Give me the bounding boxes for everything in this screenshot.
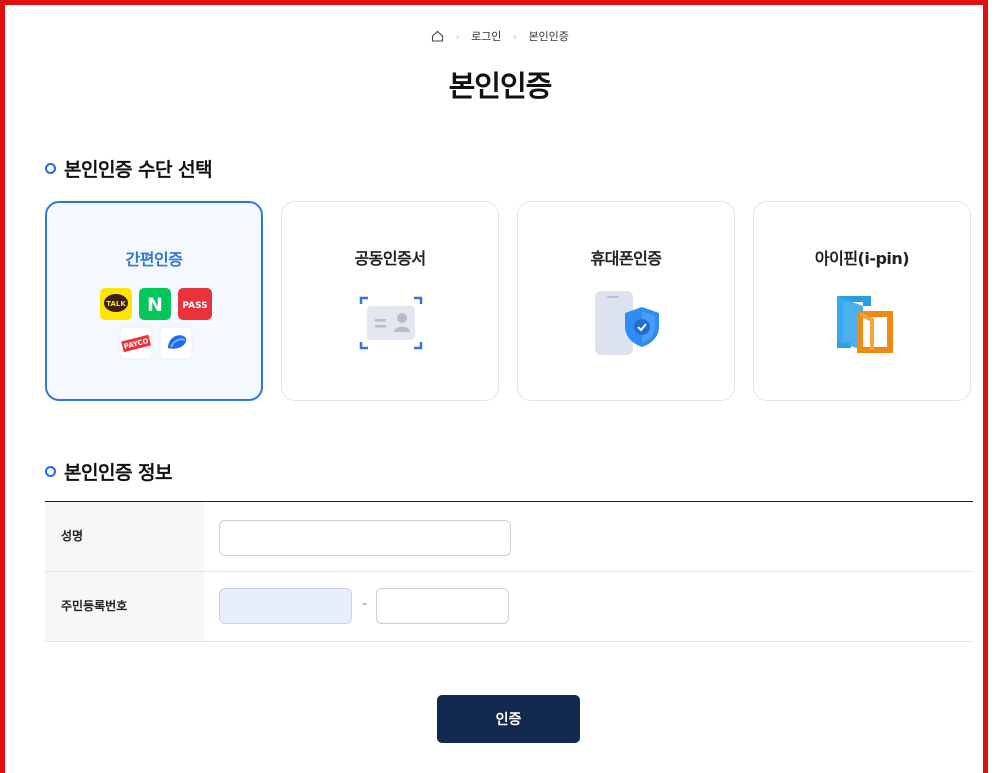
breadcrumb: › 로그인 › 본인인증 — [0, 28, 1000, 45]
method-card-certificate[interactable]: 공동인증서 — [281, 201, 499, 401]
form-row-name: 성명 — [45, 502, 973, 572]
breadcrumb-separator: › — [512, 32, 517, 43]
naver-icon: N — [139, 288, 171, 320]
toss-icon — [159, 326, 193, 360]
ipin-icon — [754, 294, 970, 360]
method-card-label: 아이핀(i-pin) — [814, 249, 910, 268]
bullet-icon — [45, 466, 56, 477]
pass-text: PASS — [182, 301, 207, 311]
rrn-back-input[interactable] — [376, 588, 509, 624]
bullet-icon — [45, 163, 56, 174]
name-input[interactable] — [219, 520, 511, 556]
identity-form-table: 성명 주민등록번호 - — [45, 501, 973, 642]
method-card-phone[interactable]: 휴대폰인증 — [517, 201, 735, 401]
method-card-ipin[interactable]: 아이핀(i-pin) — [753, 201, 971, 401]
info-section-title: 본인인증 정보 — [45, 458, 173, 485]
kakao-talk-icon: TALK — [100, 288, 132, 320]
breadcrumb-separator: › — [455, 32, 460, 43]
breadcrumb-item-current: 본인인증 — [528, 30, 569, 43]
rrn-separator: - — [362, 596, 368, 612]
method-section-title: 본인인증 수단 선택 — [45, 155, 213, 182]
name-label: 성명 — [45, 502, 204, 571]
method-card-label: 휴대폰인증 — [590, 249, 662, 268]
certificate-icon — [282, 296, 498, 356]
method-card-label: 공동인증서 — [354, 249, 426, 268]
method-card-simple-auth[interactable]: 간편인증 TALK N PASS PAYCO — [45, 201, 263, 401]
simple-auth-icons: TALK N PASS PAYCO — [47, 288, 261, 367]
pass-icon: PASS — [178, 288, 212, 320]
form-row-rrn: 주민등록번호 - — [45, 572, 973, 642]
rrn-front-input[interactable] — [219, 588, 352, 624]
payco-icon: PAYCO — [119, 326, 153, 360]
phone-shield-icon — [518, 291, 734, 361]
method-card-label: 간편인증 — [125, 250, 183, 269]
naver-text: N — [147, 294, 163, 316]
home-icon[interactable] — [431, 30, 444, 45]
verify-button[interactable]: 인증 — [437, 695, 580, 743]
rrn-label: 주민등록번호 — [45, 572, 204, 641]
breadcrumb-item-login[interactable]: 로그인 — [471, 30, 501, 43]
talk-text: TALK — [106, 300, 126, 308]
page-title: 본인인증 — [448, 69, 553, 103]
